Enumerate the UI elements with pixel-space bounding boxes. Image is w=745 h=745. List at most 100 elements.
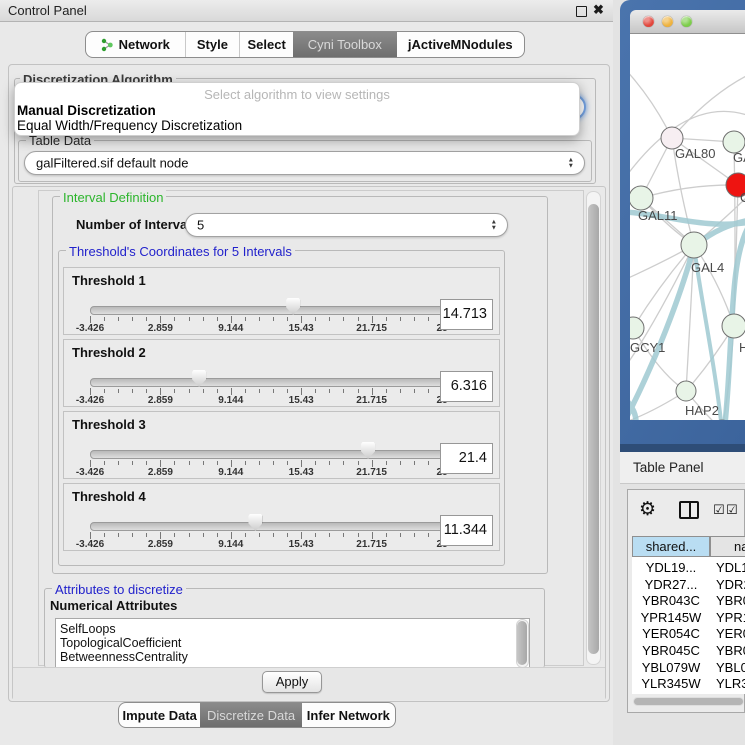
combo-arrows-icon: ▲▼ [568, 158, 574, 169]
threshold-value[interactable]: 6.316 [440, 371, 493, 402]
column-header-shared-name[interactable]: shared... [632, 536, 710, 557]
slider-tick [160, 316, 161, 323]
close-icon[interactable]: ✖ [593, 2, 604, 18]
checkbox-icon[interactable]: ☑ [713, 503, 725, 518]
table-data-combobox[interactable]: galFiltered.sif default node ▲▼ [24, 151, 585, 175]
slider-tick [174, 533, 175, 537]
table-row[interactable]: YBR043CYBR0 [632, 593, 745, 609]
bottom-tab-impute-data[interactable]: Impute Data [119, 703, 200, 727]
tab-label: Discretize Data [207, 708, 295, 723]
gear-icon[interactable]: ⚙ [639, 498, 656, 520]
node-label: GAL4 [691, 260, 724, 275]
slider-tick [414, 317, 415, 321]
slider-tick-label: 15.43 [289, 467, 314, 478]
slider-tick [301, 460, 302, 467]
main-scrollbar-thumb[interactable] [588, 204, 599, 654]
cell-name: YPR1 [716, 610, 745, 625]
slider-tick [301, 316, 302, 323]
slider-tick-label: 15.43 [289, 539, 314, 550]
threshold-value[interactable]: 14.713 [440, 299, 493, 330]
slider-tick [132, 389, 133, 393]
float-window-icon[interactable] [576, 6, 587, 17]
slider-tick [329, 389, 330, 393]
slider-tick [104, 461, 105, 465]
slider-tick [414, 461, 415, 465]
attribute-item-betweennesscentrality[interactable]: BetweennessCentrality [60, 650, 188, 664]
table-row[interactable]: YER054CYER0 [632, 626, 745, 642]
slider-tick [231, 532, 232, 539]
slider-tick [90, 532, 91, 539]
network-node-h[interactable] [722, 314, 745, 338]
slider-tick [287, 461, 288, 465]
zoom-traffic-light-icon[interactable] [681, 16, 692, 27]
tab-select[interactable]: Select [240, 32, 293, 57]
slider-tick [217, 461, 218, 465]
network-node-gal11[interactable] [630, 186, 653, 210]
close-traffic-light-icon[interactable] [643, 16, 654, 27]
slider-tick-label: 9.144 [218, 395, 243, 406]
slider-track[interactable] [90, 306, 444, 315]
slider-tick [132, 317, 133, 321]
attribute-item-selfloops[interactable]: SelfLoops [60, 622, 116, 636]
slider-tick-label: 15.43 [289, 323, 314, 334]
bottom-tab-infer-network[interactable]: Infer Network [302, 703, 395, 727]
threshold-value[interactable]: 21.4 [440, 443, 493, 474]
table-row[interactable]: YDR27...YDR2 [632, 577, 745, 593]
slider-tick [132, 461, 133, 465]
slider-tick-label: 2.859 [148, 467, 173, 478]
slider-tick [203, 533, 204, 537]
tab-style[interactable]: Style [186, 32, 241, 57]
table-row[interactable]: YDL19...YDL1 [632, 560, 745, 576]
dropdown-option-equal-width-frequency-discretization[interactable]: Equal Width/Frequency Discretization [17, 118, 242, 133]
slider-track[interactable] [90, 522, 444, 531]
slider-tick [203, 317, 204, 321]
slider-tick [400, 389, 401, 393]
minimize-traffic-light-icon[interactable] [662, 16, 673, 27]
attribute-item-topologicalcoefficient[interactable]: TopologicalCoefficient [60, 636, 181, 650]
bottom-tab-bar: Impute Data Discretize Data Infer Network [118, 702, 396, 728]
table-row[interactable]: YPR145WYPR1 [632, 610, 745, 626]
list-scrollbar-thumb[interactable] [517, 621, 527, 665]
slider-tick [217, 533, 218, 537]
slider-tick-label: -3.426 [76, 395, 104, 406]
slider-tick [217, 389, 218, 393]
table-row[interactable]: YBL079WYBL0 [632, 660, 745, 676]
slider-tick [273, 461, 274, 465]
numerical-attributes-label: Numerical Attributes [50, 598, 177, 613]
table-row[interactable]: YLR345WYLR3 [632, 676, 745, 692]
slider-track[interactable] [90, 450, 444, 459]
slider-track[interactable] [90, 378, 444, 387]
tab-jactivemnodules[interactable]: jActiveMNodules [397, 32, 524, 57]
slider-tick [118, 461, 119, 465]
tab-network[interactable]: Network [86, 32, 186, 57]
network-node-gcy1[interactable] [630, 317, 644, 339]
column-header-name[interactable]: na [710, 536, 745, 557]
tab-cyni-toolbox[interactable]: Cyni Toolbox [293, 32, 397, 57]
slider-tick [329, 533, 330, 537]
apply-button[interactable]: Apply [262, 671, 322, 693]
slider-tick [245, 461, 246, 465]
numerical-attributes-list[interactable]: SelfLoopsTopologicalCoefficientBetweenne… [55, 618, 530, 670]
dropdown-option-manual-discretization[interactable]: Manual Discretization [17, 103, 156, 118]
number-of-intervals-combobox[interactable]: 5 ▲▼ [185, 213, 508, 237]
network-node-gal4[interactable] [681, 232, 707, 258]
threshold-value[interactable]: 11.344 [440, 515, 493, 546]
table-row[interactable]: YBR045CYBR0 [632, 643, 745, 659]
bottom-tab-discretize-data[interactable]: Discretize Data [200, 703, 301, 727]
slider-tick [189, 389, 190, 393]
slider-tick [259, 389, 260, 393]
slider-tick [301, 532, 302, 539]
slider-tick-label: 21.715 [356, 395, 387, 406]
network-window-frame [620, 444, 745, 452]
checkbox-icon[interactable]: ☑ [726, 503, 738, 518]
node-table[interactable]: shared... na YDL19...YDL1YDR27...YDR2YBR… [632, 536, 745, 694]
number-of-intervals-value: 5 [197, 218, 204, 233]
network-node-hap2[interactable] [676, 381, 696, 401]
table-hscrollbar-thumb[interactable] [634, 698, 743, 705]
cell-shared-name: YLR345W [632, 676, 710, 691]
slider-tick-label: 21.715 [356, 467, 387, 478]
table-row[interactable]: YIL052CYIL0 [632, 693, 745, 694]
split-columns-icon[interactable] [679, 501, 699, 519]
network-canvas[interactable]: GAL80GACGAL11GAL4GCY1HHAP2 [630, 34, 745, 420]
slider-tick [372, 532, 373, 539]
